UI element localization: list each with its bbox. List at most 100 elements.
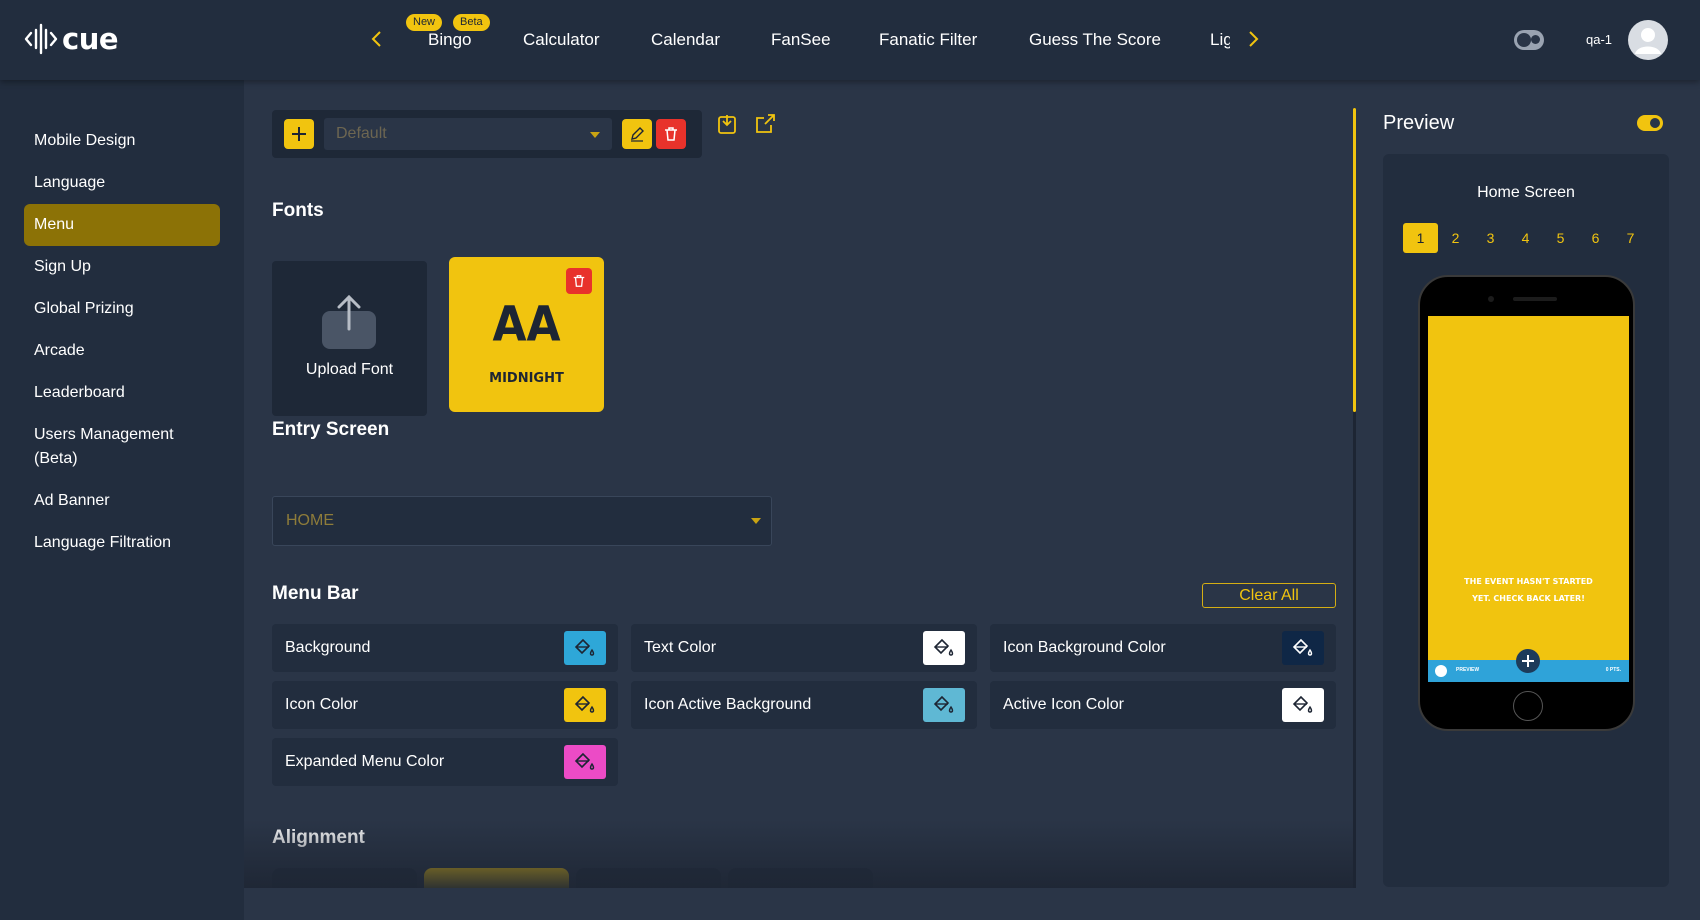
active-icon-color-swatch[interactable] bbox=[1282, 688, 1324, 722]
icon-active-background-swatch[interactable] bbox=[923, 688, 965, 722]
tab-lig[interactable]: Lig bbox=[1210, 30, 1230, 50]
import-icon bbox=[718, 115, 736, 134]
color-label: Active Icon Color bbox=[1003, 696, 1124, 713]
color-label: Expanded Menu Color bbox=[285, 753, 445, 770]
paint-bucket-icon bbox=[574, 638, 595, 656]
chevron-left-icon bbox=[371, 31, 381, 47]
color-row-icon-background: Icon Background Color bbox=[990, 624, 1336, 672]
preview-page-4[interactable]: 4 bbox=[1508, 223, 1543, 253]
color-row-text-color: Text Color bbox=[631, 624, 977, 672]
avatar[interactable] bbox=[1628, 20, 1668, 60]
caret-down-icon bbox=[751, 518, 761, 524]
upload-font-card[interactable]: Upload Font bbox=[272, 261, 427, 416]
preview-page-2[interactable]: 2 bbox=[1438, 223, 1473, 253]
tab-fanatic-filter[interactable]: Fanatic Filter bbox=[879, 30, 977, 50]
font-card-midnight[interactable]: AA MIDNIGHT bbox=[449, 257, 604, 412]
preview-page-3[interactable]: 3 bbox=[1473, 223, 1508, 253]
tab-guess-the-score[interactable]: Guess The Score bbox=[1029, 30, 1161, 50]
alignment-option-left[interactable] bbox=[272, 868, 417, 888]
paint-bucket-icon bbox=[933, 695, 954, 713]
alignment-option-justify[interactable] bbox=[728, 868, 873, 888]
user-icon bbox=[1635, 28, 1661, 54]
clear-all-button[interactable]: Clear All bbox=[1202, 583, 1336, 608]
preview-screen-name: Home Screen bbox=[1477, 184, 1575, 201]
paint-bucket-icon bbox=[1292, 695, 1313, 713]
menu-bar-avatar bbox=[1435, 665, 1447, 677]
top-tabs: New Beta Bingo Calculator Calendar FanSe… bbox=[400, 0, 1230, 80]
moon-icon bbox=[1531, 35, 1540, 44]
sidebar-item-language-filtration[interactable]: Language Filtration bbox=[24, 531, 220, 555]
expanded-menu-color-swatch[interactable] bbox=[564, 745, 606, 779]
color-row-expanded-menu: Expanded Menu Color bbox=[272, 738, 618, 786]
color-row-icon-color: Icon Color bbox=[272, 681, 618, 729]
scrollbar-thumb[interactable] bbox=[1353, 108, 1356, 412]
entry-screen-select[interactable]: HOME bbox=[272, 496, 772, 546]
sidebar: Mobile Design Language Menu Sign Up Glob… bbox=[0, 80, 244, 920]
toggle-knob bbox=[1650, 118, 1660, 128]
sidebar-item-leaderboard[interactable]: Leaderboard bbox=[24, 381, 220, 405]
username: qa-1 bbox=[1586, 32, 1613, 47]
sidebar-item-menu[interactable]: Menu bbox=[24, 204, 220, 246]
edit-theme-button[interactable] bbox=[622, 119, 652, 149]
theme-toggle[interactable] bbox=[1514, 30, 1544, 50]
speaker-icon bbox=[1513, 297, 1557, 301]
camera-icon bbox=[1488, 296, 1494, 302]
text-color-swatch[interactable] bbox=[923, 631, 965, 665]
theme-select-value: Default bbox=[336, 125, 387, 142]
menu-bar-points: 0 PTS. bbox=[1605, 667, 1621, 673]
entry-screen-value: HOME bbox=[286, 512, 334, 529]
alignment-option-center[interactable] bbox=[424, 868, 569, 888]
new-badge: New bbox=[406, 14, 443, 31]
sidebar-item-mobile-design[interactable]: Mobile Design bbox=[24, 129, 220, 153]
menu-bar-title: Menu Bar bbox=[272, 583, 359, 604]
tab-bingo[interactable]: Bingo bbox=[428, 30, 471, 50]
trash-icon bbox=[573, 275, 585, 287]
menu-plus-button bbox=[1516, 649, 1540, 673]
theme-toolbar: Default bbox=[272, 110, 702, 158]
logo[interactable]: cue bbox=[24, 22, 119, 56]
preview-page-5[interactable]: 5 bbox=[1543, 223, 1578, 253]
icon-background-color-swatch[interactable] bbox=[1282, 631, 1324, 665]
waveform-logo-icon bbox=[24, 23, 58, 55]
preview-title: Preview bbox=[1383, 112, 1455, 134]
delete-theme-button[interactable] bbox=[656, 119, 686, 149]
sidebar-item-users-management[interactable]: Users Management (Beta) bbox=[24, 423, 204, 471]
color-label: Icon Background Color bbox=[1003, 639, 1166, 656]
phone-home-button bbox=[1513, 691, 1543, 721]
paint-bucket-icon bbox=[574, 752, 595, 770]
tabs-prev-button[interactable] bbox=[366, 26, 386, 52]
preview-page-1[interactable]: 1 bbox=[1403, 223, 1438, 253]
color-row-background: Background bbox=[272, 624, 618, 672]
sidebar-item-arcade[interactable]: Arcade bbox=[24, 339, 220, 363]
chevron-right-icon bbox=[1249, 31, 1259, 47]
main-content: Default Fonts Upload Font AA MIDNIGHT En… bbox=[244, 80, 1356, 888]
color-row-active-icon-color: Active Icon Color bbox=[990, 681, 1336, 729]
theme-select[interactable]: Default bbox=[324, 118, 612, 150]
top-bar: cue New Beta Bingo Calculator Calendar F… bbox=[0, 0, 1700, 80]
icon-color-swatch[interactable] bbox=[564, 688, 606, 722]
sidebar-item-sign-up[interactable]: Sign Up bbox=[24, 255, 220, 279]
preview-page-6[interactable]: 6 bbox=[1578, 223, 1613, 253]
tab-calendar[interactable]: Calendar bbox=[651, 30, 720, 50]
sidebar-item-language[interactable]: Language bbox=[24, 171, 220, 195]
event-message: The Event hasn't started yet. Check back… bbox=[1464, 577, 1593, 603]
tabs-next-button[interactable] bbox=[1244, 26, 1264, 52]
phone-mockup: The Event hasn't started yet. Check back… bbox=[1418, 275, 1635, 731]
color-label: Icon Color bbox=[285, 696, 358, 713]
background-color-swatch[interactable] bbox=[564, 631, 606, 665]
alignment-option-right[interactable] bbox=[576, 868, 721, 888]
preview-toggle[interactable] bbox=[1637, 115, 1663, 131]
import-button[interactable] bbox=[715, 111, 741, 137]
pencil-icon bbox=[631, 127, 644, 142]
export-button[interactable] bbox=[752, 111, 778, 137]
sidebar-item-global-prizing[interactable]: Global Prizing bbox=[24, 297, 220, 321]
phone-screen: The Event hasn't started yet. Check back… bbox=[1428, 316, 1629, 682]
preview-panel: Home Screen 1 2 3 4 5 6 7 The Event hasn… bbox=[1383, 154, 1669, 887]
tab-fansee[interactable]: FanSee bbox=[771, 30, 831, 50]
preview-page-7[interactable]: 7 bbox=[1613, 223, 1648, 253]
delete-font-button[interactable] bbox=[566, 268, 592, 294]
main-scrollbar[interactable] bbox=[1353, 108, 1356, 888]
add-theme-button[interactable] bbox=[284, 119, 314, 149]
sidebar-item-ad-banner[interactable]: Ad Banner bbox=[24, 489, 220, 513]
tab-calculator[interactable]: Calculator bbox=[523, 30, 600, 50]
